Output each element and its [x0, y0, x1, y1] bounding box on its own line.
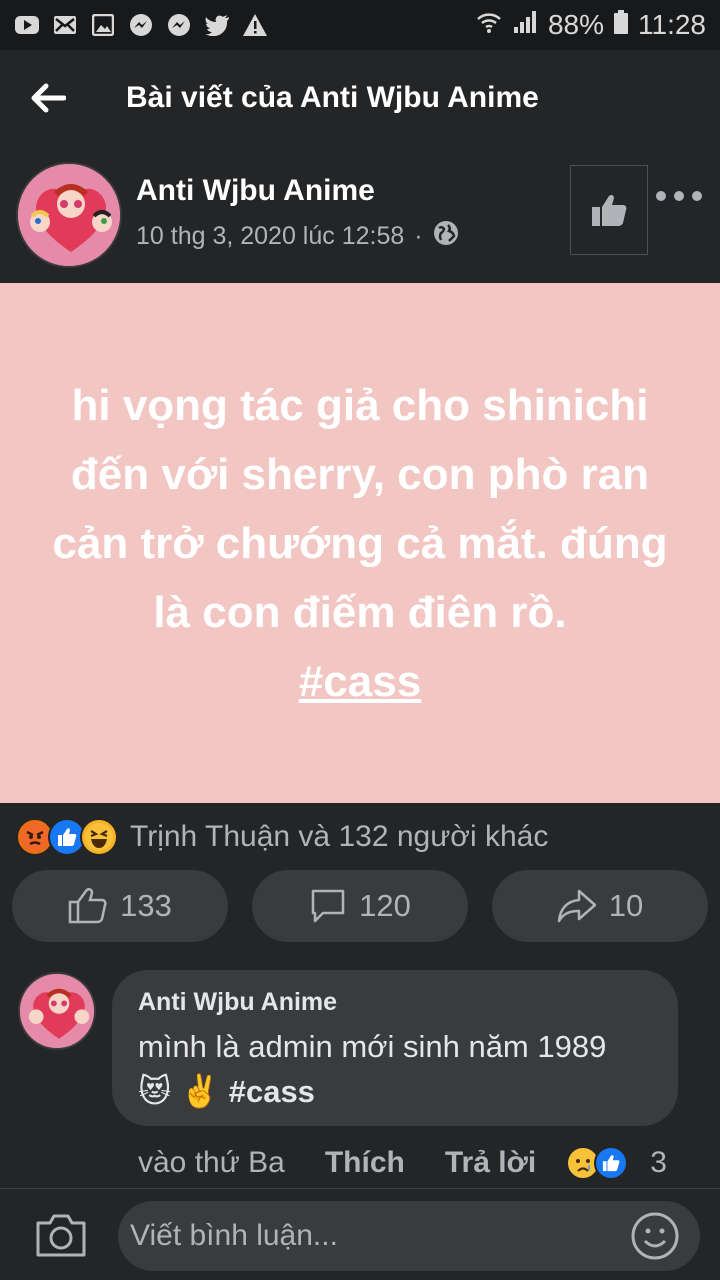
post-text: hi vọng tác giả cho shinichi đến với she… — [52, 371, 667, 716]
comment-bubble[interactable]: Anti Wjbu Anime mình là admin mới sinh n… — [112, 970, 678, 1126]
more-options-button[interactable] — [656, 184, 702, 208]
signal-icon — [512, 9, 538, 42]
globe-icon — [433, 220, 459, 253]
page-title: Bài viết của Anti Wjbu Anime — [126, 81, 539, 114]
post-header: Anti Wjbu Anime 10 thg 3, 2020 lúc 12:58… — [0, 146, 720, 282]
emoji-button[interactable] — [630, 1211, 680, 1261]
comment-time: vào thứ Ba — [138, 1146, 285, 1179]
battery-icon — [614, 9, 628, 41]
comment-actions: vào thứ Ba Thích Trả lời 3 — [138, 1140, 667, 1186]
post-timestamp[interactable]: 10 thg 3, 2020 lúc 12:58 — [136, 222, 404, 251]
comment-composer — [0, 1188, 720, 1280]
arrow-left-icon — [31, 83, 66, 113]
comment-text: mình là admin mới sinh năm 1989 😻 ✌️ #ca… — [138, 1025, 652, 1114]
twitter-icon — [204, 12, 230, 38]
comment-emojis: 😻 ✌️ — [138, 1073, 221, 1109]
gallery-icon — [90, 12, 116, 38]
share-button[interactable]: 10 — [492, 870, 708, 942]
comment-hashtag-link[interactable]: #cass — [229, 1074, 315, 1109]
smiley-icon — [631, 1212, 679, 1260]
camera-icon — [36, 1214, 86, 1257]
author-avatar[interactable] — [16, 162, 122, 268]
reactions-summary[interactable]: Trịnh Thuận và 132 người khác — [16, 812, 548, 862]
post-text-line: cản trở chướng cả mắt. đúng — [52, 518, 668, 568]
post-meta: 10 thg 3, 2020 lúc 12:58 · — [136, 220, 459, 253]
warning-icon — [242, 12, 268, 38]
like-page-button[interactable] — [570, 165, 648, 255]
system-status: 88% 11:28 — [476, 9, 706, 42]
thumbs-up-icon — [592, 194, 627, 226]
battery-percent: 88% — [547, 9, 604, 40]
dot-icon — [656, 191, 666, 201]
post-card[interactable]: hi vọng tác giả cho shinichi đến với she… — [0, 283, 720, 803]
meta-separator: · — [414, 222, 423, 250]
youtube-icon — [14, 12, 40, 38]
notification-icons — [14, 12, 268, 38]
comment-body: mình là admin mới sinh năm 1989 — [138, 1029, 607, 1064]
post-hashtag-link[interactable]: #cass — [52, 647, 667, 716]
post-text-line: hi vọng tác giả cho shinichi — [71, 380, 649, 430]
post-text-line: đến với sherry, con phò ran — [70, 449, 650, 499]
reaction-icons — [16, 818, 118, 856]
messenger-icon — [128, 12, 154, 38]
like-count: 133 — [120, 888, 172, 923]
mail-icon — [52, 12, 78, 38]
dot-icon — [674, 191, 684, 201]
status-bar: 88% 11:28 — [0, 0, 720, 50]
comment-reactions[interactable] — [566, 1146, 629, 1180]
wifi-icon — [476, 9, 502, 42]
comment-reaction-count: 3 — [650, 1146, 667, 1179]
commenter-name[interactable]: Anti Wjbu Anime — [138, 988, 652, 1017]
comment-count: 120 — [359, 888, 411, 923]
clock: 11:28 — [638, 9, 706, 40]
camera-button[interactable] — [34, 1211, 88, 1259]
commenter-avatar[interactable] — [18, 972, 96, 1050]
like-button[interactable]: 133 — [12, 870, 228, 942]
post-text-line: là con điếm điên rồ. — [153, 587, 567, 637]
comment-input[interactable] — [118, 1201, 700, 1271]
comment-button[interactable]: 120 — [252, 870, 468, 942]
share-icon — [557, 889, 596, 923]
comment-reply-button[interactable]: Trả lời — [445, 1146, 536, 1180]
haha-reaction-icon — [80, 818, 118, 856]
back-button[interactable] — [0, 50, 96, 146]
author-name[interactable]: Anti Wjbu Anime — [136, 174, 375, 208]
messenger-icon — [166, 12, 192, 38]
reactions-summary-text: Trịnh Thuận và 132 người khác — [130, 820, 549, 853]
comment-icon — [311, 889, 345, 923]
like-reaction-icon — [594, 1146, 629, 1180]
app-bar: Bài viết của Anti Wjbu Anime — [0, 50, 720, 146]
dot-icon — [692, 191, 702, 201]
comment-like-button[interactable]: Thích — [325, 1146, 405, 1180]
share-count: 10 — [608, 888, 644, 923]
thumbs-up-outline-icon — [68, 888, 107, 924]
